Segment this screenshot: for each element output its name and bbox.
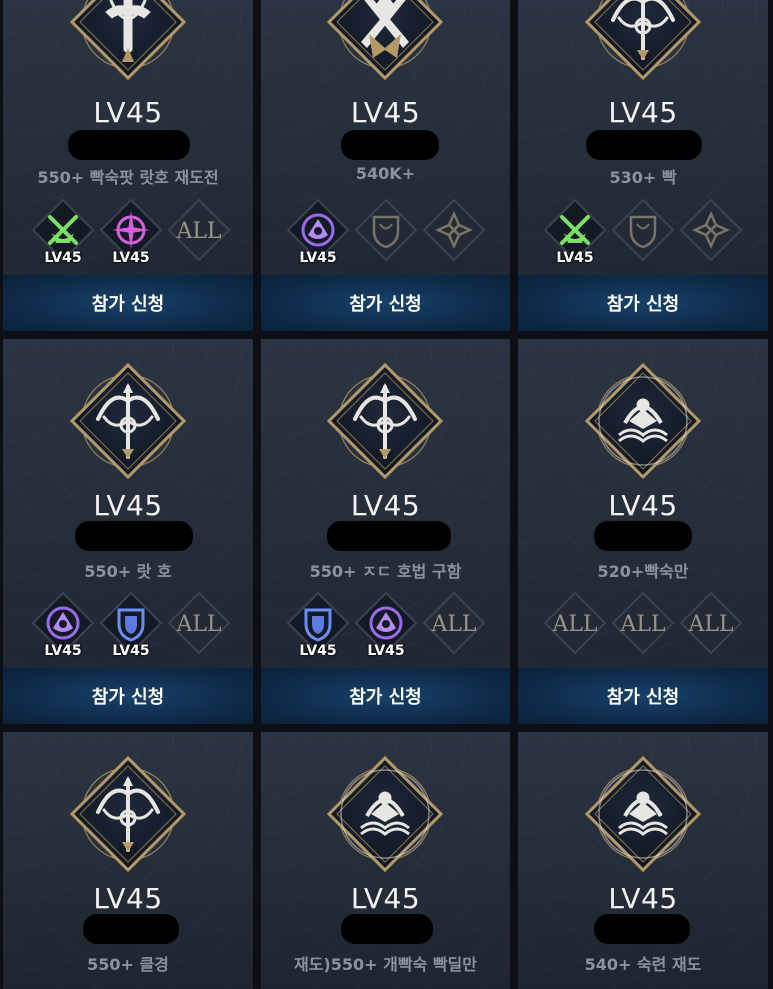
party-card[interactable]: LV45 520+빡숙만 ALL ALL ALL 참가 신청 — [518, 339, 768, 724]
redacted-name — [341, 130, 439, 160]
party-description: 550+ ㅈㄷ 호법 구함 — [309, 562, 462, 581]
crossed-swords-emblem-icon — [325, 0, 445, 82]
party-card[interactable]: LV45 540+ 숙련 재도 — [518, 732, 768, 989]
slot-level: LV45 — [112, 250, 150, 266]
party-description: 550+ 클경 — [87, 955, 169, 974]
slot-level: LV45 — [112, 643, 150, 659]
join-request-button[interactable]: 참가 신청 — [261, 275, 510, 331]
party-level: LV45 — [608, 96, 678, 129]
party-description: 540K+ — [355, 164, 416, 183]
party-description: 재도)550+ 개빡숙 빡딜만 — [293, 955, 478, 974]
bow-emblem-icon — [68, 361, 188, 481]
slot-level: LV45 — [556, 250, 594, 266]
greatsword-emblem-icon — [68, 0, 188, 82]
all-slot-label: ALL — [551, 612, 597, 637]
book-emblem-icon — [583, 754, 703, 874]
join-request-button[interactable]: 참가 신청 — [518, 668, 768, 724]
slot-level: LV45 — [367, 643, 405, 659]
party-level: LV45 — [93, 96, 163, 129]
redacted-name — [75, 521, 193, 551]
party-level: LV45 — [350, 489, 421, 522]
all-class-slot[interactable]: ALL — [542, 590, 608, 656]
bow-emblem-icon — [583, 0, 703, 82]
all-class-slot[interactable]: ALL — [421, 590, 487, 656]
party-level: LV45 — [608, 489, 678, 522]
party-description: 550+ 빡숙팟 랏호 재도전 — [37, 168, 219, 187]
party-level: LV45 — [350, 96, 421, 129]
party-level: LV45 — [93, 489, 163, 522]
slot-level: LV45 — [44, 643, 82, 659]
all-slot-label: ALL — [175, 612, 221, 637]
all-slot-label: ALL — [687, 612, 733, 637]
slot-level: LV45 — [299, 250, 337, 266]
redacted-name — [341, 914, 433, 944]
redacted-name — [327, 521, 451, 551]
all-class-slot[interactable]: ALL — [610, 590, 676, 656]
party-description: 530+ 빡 — [609, 168, 677, 187]
party-level: LV45 — [608, 882, 678, 915]
party-level: LV45 — [350, 882, 421, 915]
bow-emblem-icon — [68, 754, 188, 874]
party-card[interactable]: LV45 540K+ LV45 참가 신청 — [261, 0, 510, 331]
book-emblem-icon — [583, 361, 703, 481]
all-slot-label: ALL — [430, 612, 476, 637]
slot-level: LV45 — [299, 643, 337, 659]
join-request-button[interactable]: 참가 신청 — [3, 668, 253, 724]
join-request-button[interactable]: 참가 신청 — [518, 275, 768, 331]
redacted-name — [594, 914, 690, 944]
party-card[interactable]: LV45 550+ ㅈㄷ 호법 구함 LV45 LV45 ALL 참가 신청 — [261, 339, 510, 724]
party-card[interactable]: LV45 재도)550+ 개빡숙 빡딜만 — [261, 732, 510, 989]
empty-shield-slot-icon[interactable] — [353, 197, 419, 263]
bow-emblem-icon — [325, 361, 445, 481]
empty-shield-slot-icon[interactable] — [610, 197, 676, 263]
redacted-name — [68, 130, 190, 160]
party-description: 550+ 랏 호 — [84, 562, 172, 581]
all-slot-label: ALL — [619, 612, 665, 637]
party-description: 520+빡숙만 — [597, 562, 689, 581]
redacted-name — [83, 914, 179, 944]
all-slot-label: ALL — [175, 219, 221, 244]
party-card[interactable]: LV45 550+ 클경 — [3, 732, 253, 989]
redacted-name — [594, 521, 692, 551]
empty-star-slot-icon[interactable] — [421, 197, 487, 263]
party-card[interactable]: LV45 550+ 빡숙팟 랏호 재도전 LV45 LV45 ALL 참가 신청 — [3, 0, 253, 331]
all-class-slot[interactable]: ALL — [166, 590, 232, 656]
party-description: 540+ 숙련 재도 — [584, 955, 702, 974]
all-class-slot[interactable]: ALL — [678, 590, 744, 656]
join-request-button[interactable]: 참가 신청 — [261, 668, 510, 724]
party-card[interactable]: LV45 550+ 랏 호 LV45 LV45 ALL 참가 신청 — [3, 339, 253, 724]
empty-star-slot-icon[interactable] — [678, 197, 744, 263]
redacted-name — [586, 130, 702, 160]
all-class-slot[interactable]: ALL — [166, 197, 232, 263]
slot-level: LV45 — [44, 250, 82, 266]
join-request-button[interactable]: 참가 신청 — [3, 275, 253, 331]
party-card[interactable]: LV45 530+ 빡 LV45 참가 신청 — [518, 0, 768, 331]
book-emblem-icon — [325, 754, 445, 874]
party-level: LV45 — [93, 882, 163, 915]
